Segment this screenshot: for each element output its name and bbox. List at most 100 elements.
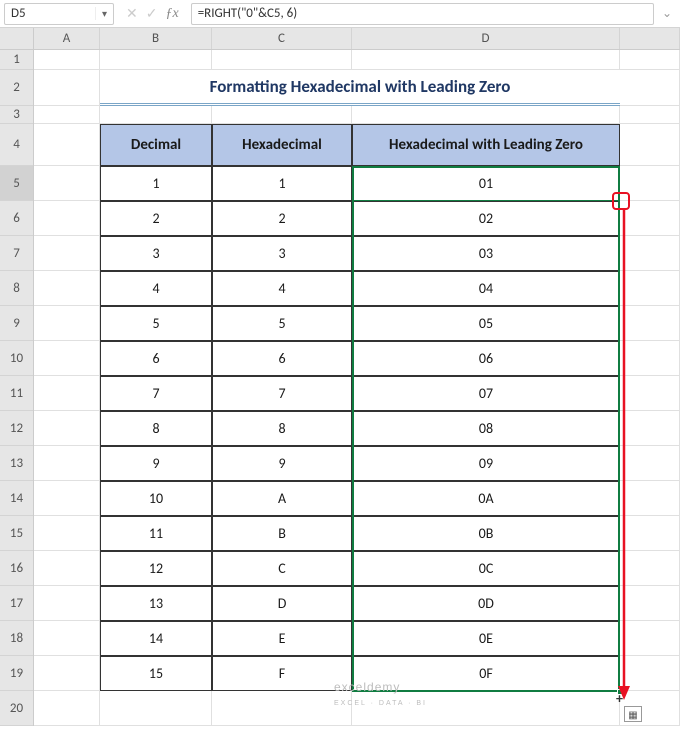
cell-leading-zero[interactable]: 0C — [352, 551, 620, 586]
row-header-20[interactable]: 20 — [0, 691, 33, 726]
row-header-15[interactable]: 15 — [0, 516, 33, 551]
cell-leading-zero[interactable]: 06 — [352, 341, 620, 376]
cell-leading-zero[interactable]: 01 — [352, 166, 620, 201]
col-header-hexadecimal: Hexadecimal — [212, 124, 352, 166]
row-header-8[interactable]: 8 — [0, 271, 33, 306]
row-header-3[interactable]: 3 — [0, 106, 33, 124]
col-header-decimal: Decimal — [100, 124, 212, 166]
cell-leading-zero[interactable]: 09 — [352, 446, 620, 481]
cell-decimal[interactable]: 7 — [100, 376, 212, 411]
cell-hex[interactable]: 3 — [212, 236, 352, 271]
table-row: 8808 — [34, 411, 680, 446]
cell-decimal[interactable]: 13 — [100, 586, 212, 621]
cell-leading-zero[interactable]: 0E — [352, 621, 620, 656]
cell-hex[interactable]: 4 — [212, 271, 352, 306]
page-title: Formatting Hexadecimal with Leading Zero — [100, 70, 620, 106]
cells-area[interactable]: Formatting Hexadecimal with Leading Zero… — [34, 50, 680, 726]
row-header-11[interactable]: 11 — [0, 376, 33, 411]
row-header-9[interactable]: 9 — [0, 306, 33, 341]
row-header-7[interactable]: 7 — [0, 236, 33, 271]
watermark: exceldemy EXCEL · DATA · BI — [334, 680, 427, 708]
table-row: 3303 — [34, 236, 680, 271]
cell-decimal[interactable]: 6 — [100, 341, 212, 376]
cell-leading-zero[interactable]: 0A — [352, 481, 620, 516]
table-row: 12C0C — [34, 551, 680, 586]
row-header-1[interactable]: 1 — [0, 50, 33, 70]
cell-leading-zero[interactable]: 02 — [352, 201, 620, 236]
cell-decimal[interactable]: 4 — [100, 271, 212, 306]
cell-decimal[interactable]: 3 — [100, 236, 212, 271]
column-header-extra[interactable] — [620, 28, 680, 49]
column-header-B[interactable]: B — [100, 28, 212, 49]
row-header-17[interactable]: 17 — [0, 586, 33, 621]
name-box-dropdown-icon[interactable]: ▾ — [95, 7, 113, 20]
row-header-12[interactable]: 12 — [0, 411, 33, 446]
cell-hex[interactable]: 6 — [212, 341, 352, 376]
formula-bar-buttons: ✕ ✓ ƒx — [118, 5, 187, 22]
row-header-4[interactable]: 4 — [0, 124, 33, 166]
row-header-19[interactable]: 19 — [0, 656, 33, 691]
table-row: 1101 — [34, 166, 680, 201]
row-header-10[interactable]: 10 — [0, 341, 33, 376]
name-box[interactable]: D5 ▾ — [4, 3, 114, 25]
cell-hex[interactable]: C — [212, 551, 352, 586]
table-row: 10A0A — [34, 481, 680, 516]
table-row: 9909 — [34, 446, 680, 481]
row-header-6[interactable]: 6 — [0, 201, 33, 236]
cancel-icon[interactable]: ✕ — [126, 5, 138, 22]
fx-icon[interactable]: ƒx — [165, 6, 178, 22]
cell-decimal[interactable]: 15 — [100, 656, 212, 691]
cell-hex[interactable]: A — [212, 481, 352, 516]
table-row: 2202 — [34, 201, 680, 236]
row-header-18[interactable]: 18 — [0, 621, 33, 656]
row-header-5[interactable]: 5 — [0, 166, 33, 201]
cell-decimal[interactable]: 14 — [100, 621, 212, 656]
table-row: 14E0E — [34, 621, 680, 656]
cell-leading-zero[interactable]: 04 — [352, 271, 620, 306]
cell-leading-zero[interactable]: 05 — [352, 306, 620, 341]
row-header-16[interactable]: 16 — [0, 551, 33, 586]
cell-decimal[interactable]: 2 — [100, 201, 212, 236]
row-header-14[interactable]: 14 — [0, 481, 33, 516]
select-all-corner[interactable] — [0, 28, 34, 50]
cell-hex[interactable]: 1 — [212, 166, 352, 201]
cell-decimal[interactable]: 10 — [100, 481, 212, 516]
formula-bar-row: D5 ▾ ✕ ✓ ƒx =RIGHT("0"&C5, 6) ⌄ — [0, 0, 680, 28]
table-row: 4404 — [34, 271, 680, 306]
column-header-C[interactable]: C — [212, 28, 352, 49]
column-header-A[interactable]: A — [34, 28, 100, 49]
row-header-2[interactable]: 2 — [0, 70, 33, 106]
cell-leading-zero[interactable]: 0D — [352, 586, 620, 621]
cell-decimal[interactable]: 12 — [100, 551, 212, 586]
spreadsheet-grid: 1234567891011121314151617181920 ABCD For… — [0, 28, 680, 736]
cell-leading-zero[interactable]: 0B — [352, 516, 620, 551]
table-row: 11B0B — [34, 516, 680, 551]
table-row: 5505 — [34, 306, 680, 341]
cell-hex[interactable]: 8 — [212, 411, 352, 446]
cell-hex[interactable]: 9 — [212, 446, 352, 481]
enter-icon[interactable]: ✓ — [146, 5, 158, 22]
cell-hex[interactable]: 7 — [212, 376, 352, 411]
formula-bar[interactable]: =RIGHT("0"&C5, 6) — [191, 3, 654, 25]
cell-decimal[interactable]: 11 — [100, 516, 212, 551]
row-headers: 1234567891011121314151617181920 — [0, 50, 34, 726]
autofill-options-icon[interactable]: ▦ — [624, 706, 642, 722]
cell-decimal[interactable]: 5 — [100, 306, 212, 341]
cell-decimal[interactable]: 8 — [100, 411, 212, 446]
cell-hex[interactable]: D — [212, 586, 352, 621]
cell-leading-zero[interactable]: 08 — [352, 411, 620, 446]
formula-bar-expand-icon[interactable]: ⌄ — [658, 6, 676, 21]
cell-decimal[interactable]: 1 — [100, 166, 212, 201]
cell-hex[interactable]: B — [212, 516, 352, 551]
column-headers: ABCD — [34, 28, 680, 50]
cell-decimal[interactable]: 9 — [100, 446, 212, 481]
table-row: 7707 — [34, 376, 680, 411]
column-header-D[interactable]: D — [352, 28, 620, 49]
cell-hex[interactable]: 5 — [212, 306, 352, 341]
cell-hex[interactable]: 2 — [212, 201, 352, 236]
cell-hex[interactable]: F — [212, 656, 352, 691]
row-header-13[interactable]: 13 — [0, 446, 33, 481]
cell-leading-zero[interactable]: 07 — [352, 376, 620, 411]
cell-hex[interactable]: E — [212, 621, 352, 656]
cell-leading-zero[interactable]: 03 — [352, 236, 620, 271]
